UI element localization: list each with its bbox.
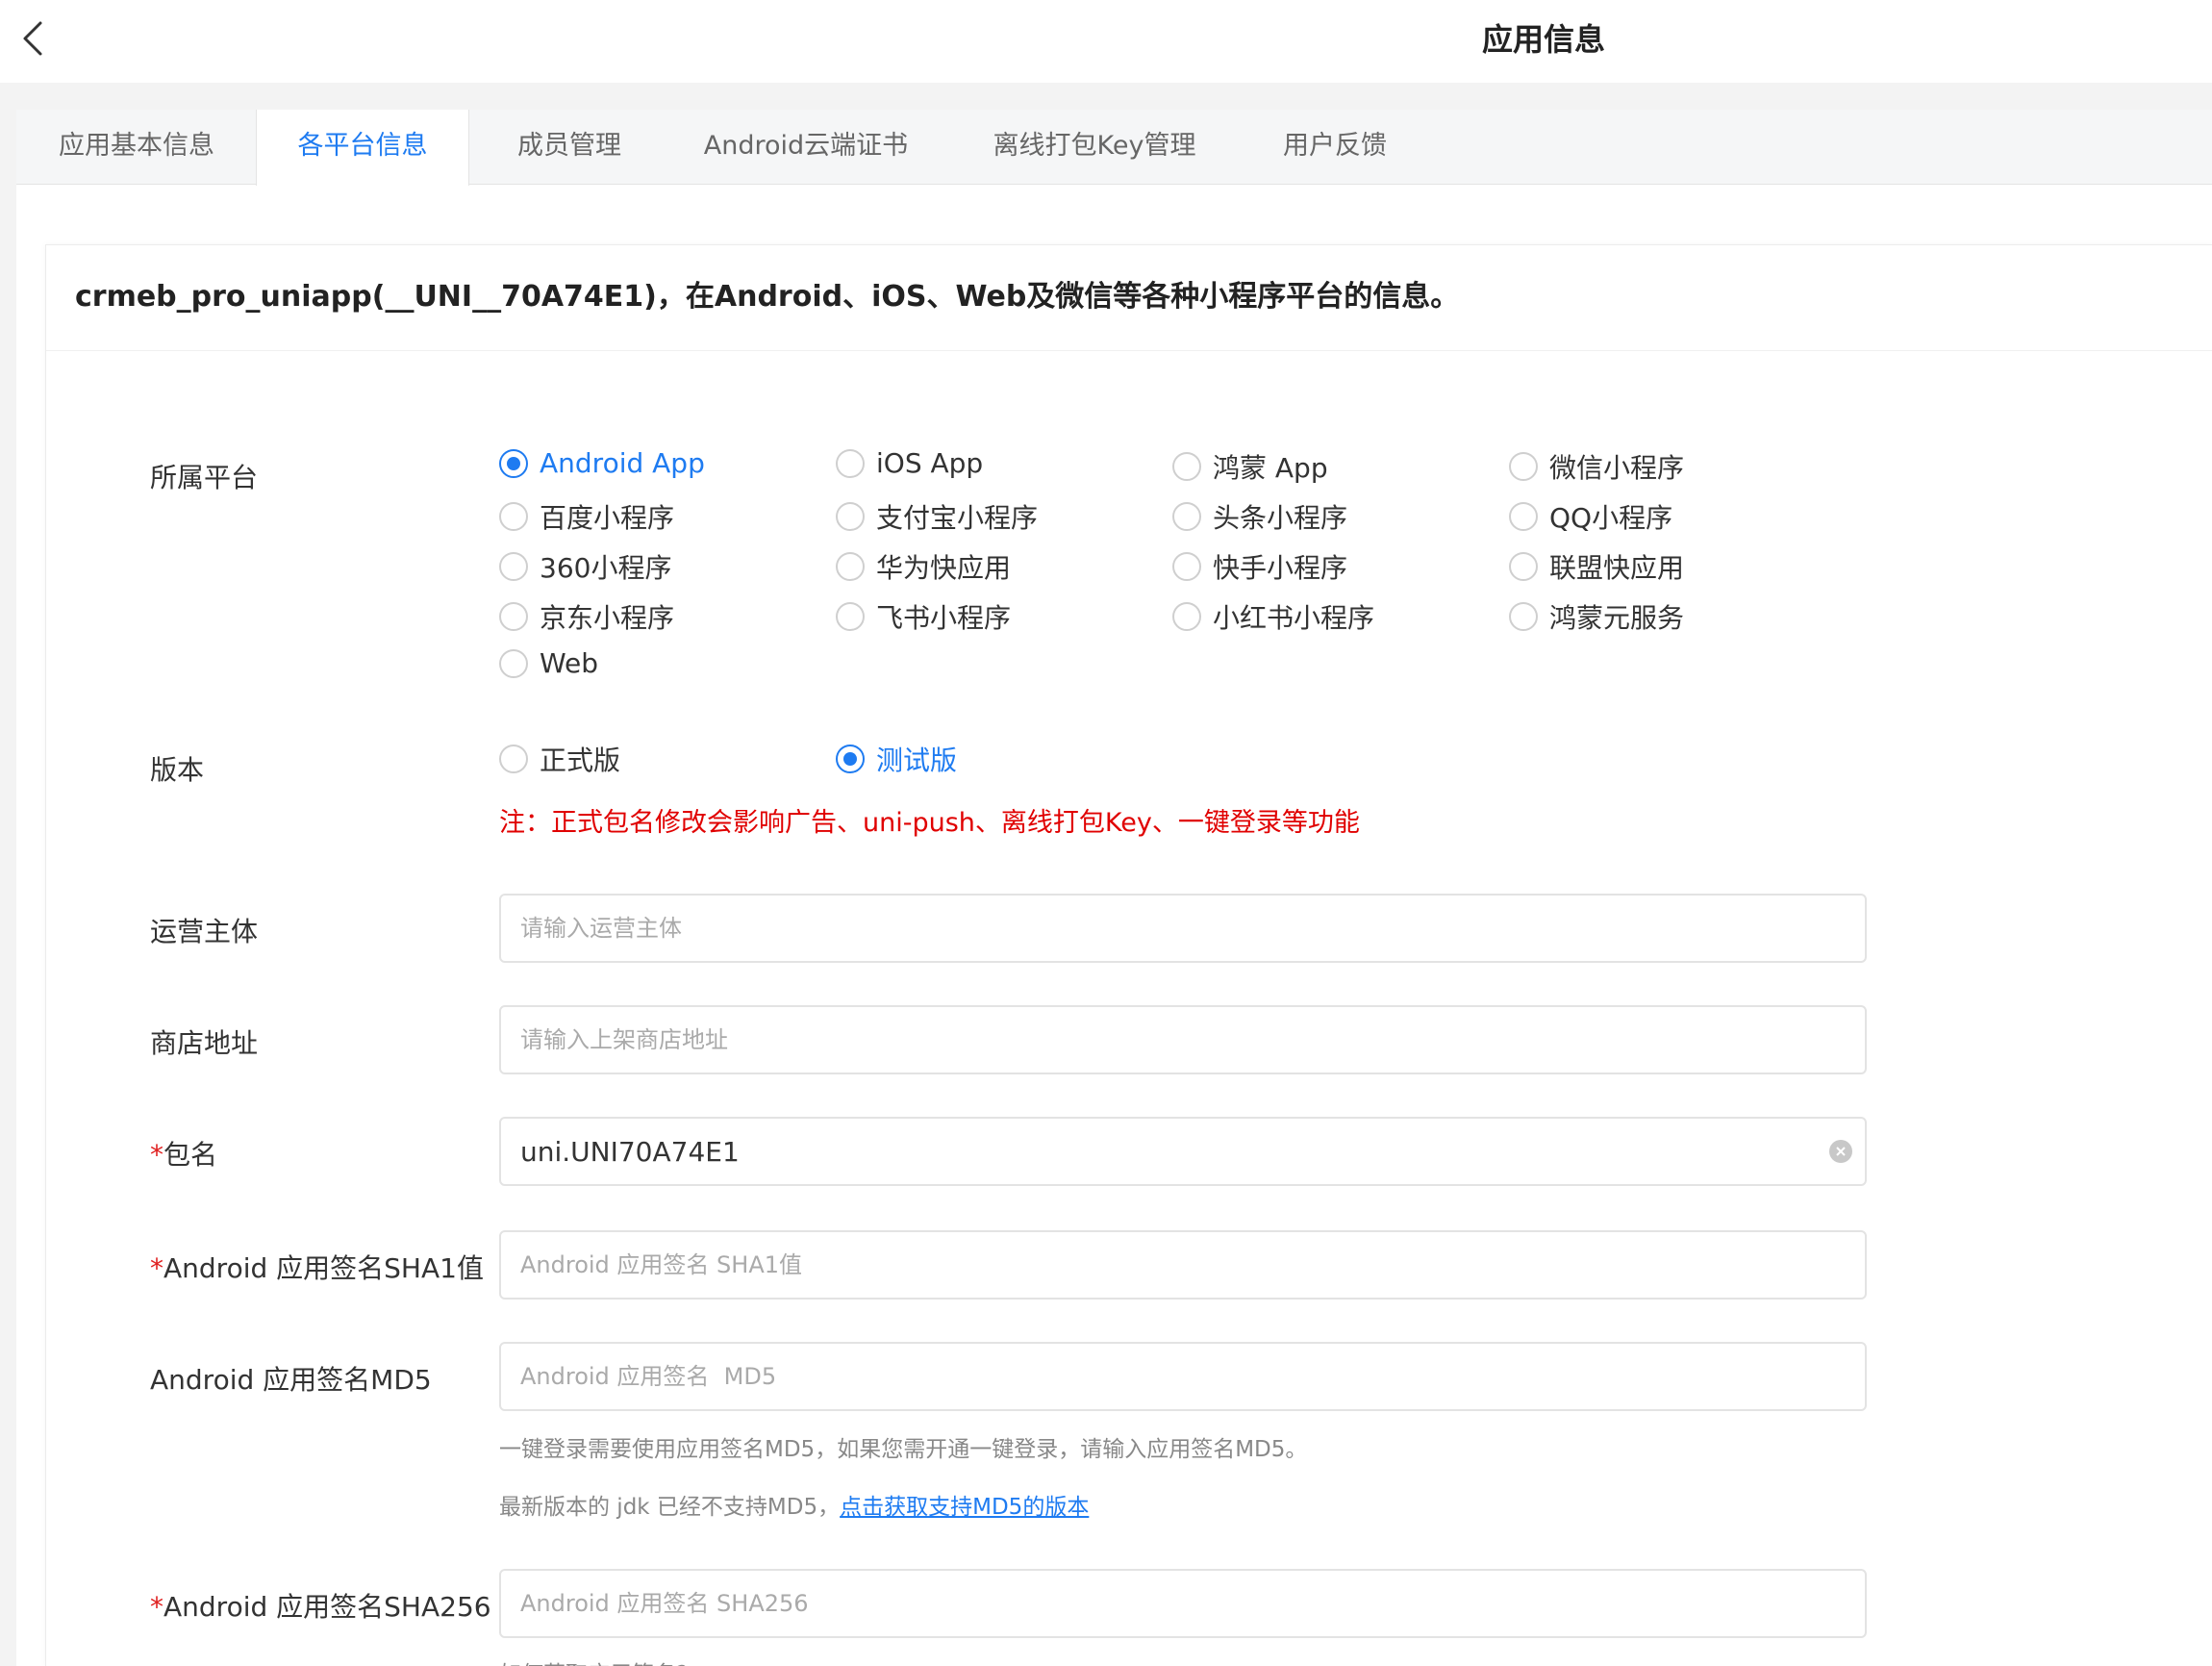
radio-360-mp[interactable]: 360小程序 (499, 547, 671, 586)
radio-toutiao-mp[interactable]: 头条小程序 (1172, 497, 1347, 536)
operator-input[interactable] (499, 894, 1867, 963)
radio-xiaohongshu-mp[interactable]: 小红书小程序 (1172, 597, 1374, 636)
radio-circle (1509, 452, 1538, 481)
radio-circle (1509, 502, 1538, 531)
package-name-label: *包名 (150, 1139, 218, 1171)
tab-basic-info[interactable]: 应用基本信息 (16, 110, 257, 185)
version-warning-note: 注：正式包名修改会影响广告、uni-push、离线打包Key、一键登录等功能 (499, 808, 1360, 838)
radio-huawei-quickapp[interactable]: 华为快应用 (836, 547, 1011, 586)
tab-bar: 应用基本信息 各平台信息 成员管理 Android云端证书 离线打包Key管理 … (16, 110, 2212, 186)
radio-circle (499, 448, 528, 478)
sha1-input[interactable] (499, 1230, 1867, 1300)
tab-members[interactable]: 成员管理 (469, 110, 669, 185)
back-button[interactable] (12, 17, 54, 60)
radio-circle (1509, 552, 1538, 581)
radio-circle (836, 448, 865, 478)
radio-circle (1172, 452, 1201, 481)
clear-icon[interactable] (1829, 1140, 1852, 1163)
top-bar: 应用信息 (0, 0, 2212, 83)
tab-platform-info[interactable]: 各平台信息 (256, 110, 469, 186)
radio-wechat-mp[interactable]: 微信小程序 (1509, 447, 1684, 486)
radio-jd-mp[interactable]: 京东小程序 (499, 597, 674, 636)
tab-feedback[interactable]: 用户反馈 (1246, 110, 1423, 185)
radio-circle (499, 648, 528, 678)
md5-input[interactable] (499, 1342, 1867, 1411)
radio-circle (499, 602, 528, 631)
sha256-input[interactable] (499, 1569, 1867, 1638)
sha256-label: *Android 应用签名SHA256 (150, 1591, 491, 1623)
md5-jdk-note: 最新版本的 jdk 已经不支持MD5，点击获取支持MD5的版本 (499, 1495, 1090, 1520)
store-url-input[interactable] (499, 1005, 1867, 1074)
tab-android-cert[interactable]: Android云端证书 (669, 110, 943, 185)
radio-circle (1509, 602, 1538, 631)
operator-label: 运营主体 (150, 916, 259, 947)
radio-circle (836, 745, 865, 773)
md5-version-link[interactable]: 点击获取支持MD5的版本 (840, 1495, 1089, 1520)
radio-circle (499, 552, 528, 581)
radio-circle (836, 502, 865, 531)
store-url-label: 商店地址 (150, 1027, 259, 1059)
page-title: 应用信息 (1481, 21, 1605, 58)
radio-circle (499, 745, 528, 773)
radio-web[interactable]: Web (499, 647, 598, 679)
radio-qq-mp[interactable]: QQ小程序 (1509, 497, 1672, 536)
radio-harmony-service[interactable]: 鸿蒙元服务 (1509, 597, 1684, 636)
sha256-help-text: 如何获取应用签名? (499, 1655, 688, 1666)
intro-text: crmeb_pro_uniapp(__UNI__70A74E1)，在Androi… (46, 245, 2212, 351)
md5-help-text: 一键登录需要使用应用签名MD5，如果您需开通一键登录，请输入应用签名MD5。 (499, 1437, 1308, 1462)
radio-kuaishou-mp[interactable]: 快手小程序 (1172, 547, 1347, 586)
tab-offline-key[interactable]: 离线打包Key管理 (943, 110, 1246, 185)
radio-circle (836, 602, 865, 631)
radio-circle (1172, 502, 1201, 531)
platform-label: 所属平台 (150, 462, 259, 493)
radio-release[interactable]: 正式版 (499, 740, 620, 778)
md5-label: Android 应用签名MD5 (150, 1364, 432, 1396)
version-label: 版本 (150, 754, 205, 786)
radio-circle (1172, 552, 1201, 581)
radio-circle (1172, 602, 1201, 631)
platform-info-panel: crmeb_pro_uniapp(__UNI__70A74E1)，在Androi… (45, 244, 2212, 1666)
chevron-left-icon (23, 21, 42, 56)
radio-feishu-mp[interactable]: 飞书小程序 (836, 597, 1011, 636)
radio-circle (499, 502, 528, 531)
radio-test[interactable]: 测试版 (836, 740, 957, 778)
radio-circle (836, 552, 865, 581)
radio-ios-app[interactable]: iOS App (836, 447, 983, 479)
radio-baidu-mp[interactable]: 百度小程序 (499, 497, 674, 536)
radio-harmony-app[interactable]: 鸿蒙 App (1172, 447, 1328, 486)
package-name-input[interactable] (499, 1117, 1867, 1186)
radio-union-quickapp[interactable]: 联盟快应用 (1509, 547, 1684, 586)
radio-alipay-mp[interactable]: 支付宝小程序 (836, 497, 1038, 536)
radio-android-app[interactable]: Android App (499, 447, 705, 479)
sha1-label: *Android 应用签名SHA1值 (150, 1252, 484, 1284)
